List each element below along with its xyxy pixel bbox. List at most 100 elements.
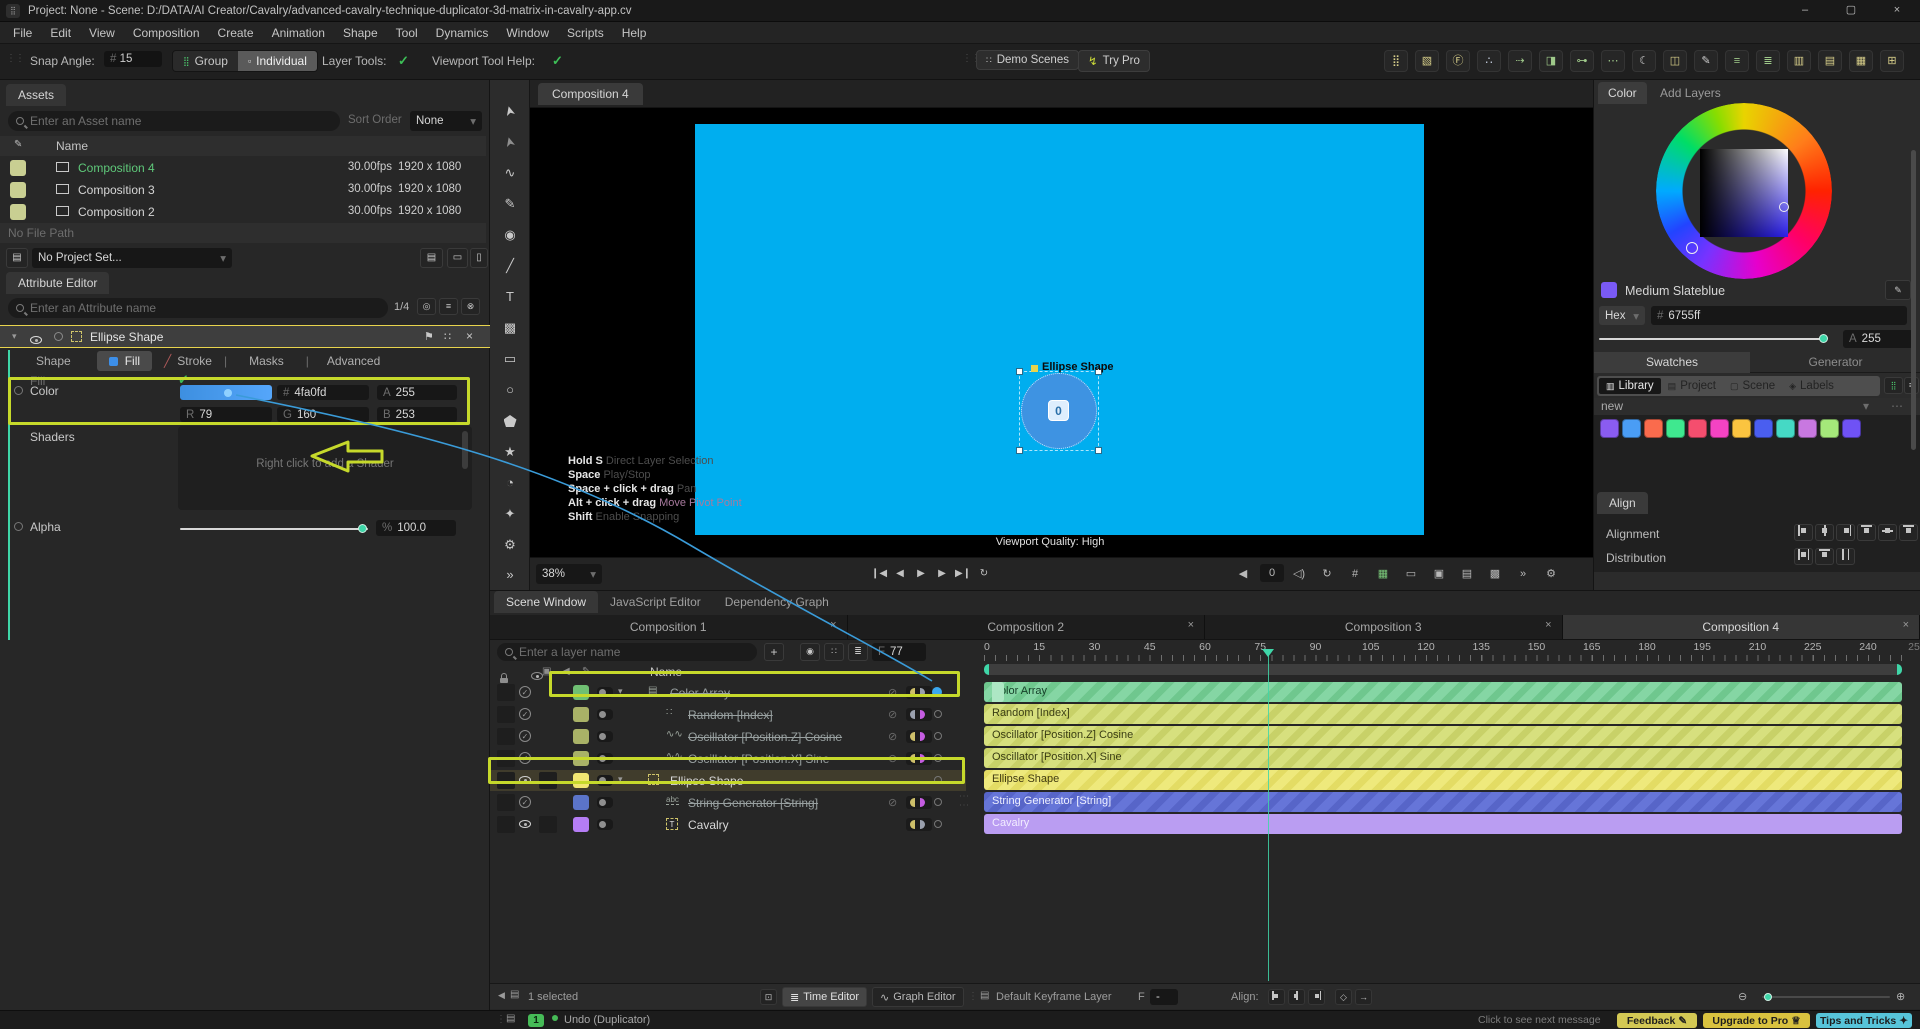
selection-handle-br[interactable] — [1095, 447, 1102, 454]
null-icon[interactable]: ⊘ — [888, 752, 897, 765]
layer-lock-cell[interactable] — [497, 706, 515, 723]
keyframe-circle[interactable] — [934, 710, 942, 718]
color-swatch[interactable] — [1842, 419, 1861, 438]
text-tool[interactable]: T — [490, 284, 530, 310]
tab-masks[interactable]: Masks — [227, 351, 306, 371]
comp-tab-composition-4[interactable]: Composition 4× — [1563, 615, 1920, 639]
go-to-end-button[interactable]: ▶❙ — [954, 565, 972, 583]
settings-tool[interactable]: ⚙ — [490, 532, 530, 558]
menu-tool[interactable]: Tool — [387, 22, 427, 44]
scatter-icon[interactable]: ∴ — [1477, 50, 1501, 72]
keyframe-toggles[interactable] — [906, 752, 932, 765]
selection-handle-tl[interactable] — [1016, 368, 1023, 375]
add-layer-button[interactable]: + — [764, 643, 784, 661]
color-swatch[interactable] — [1820, 419, 1839, 438]
keyframe-toggles[interactable] — [906, 796, 932, 809]
line-tool[interactable]: ╱ — [490, 253, 530, 279]
color-r-field[interactable]: R79 — [180, 407, 272, 422]
eyedropper-button[interactable]: ✎ — [1885, 280, 1911, 300]
zoom-in-icon[interactable]: ⊕ — [1896, 990, 1905, 1003]
source-project[interactable]: ▤Project — [1661, 378, 1723, 394]
snap-angle-field[interactable]: # 15 — [104, 51, 162, 67]
align-top-button[interactable] — [1857, 524, 1876, 541]
tab-fill[interactable]: Fill — [97, 351, 152, 371]
chevron-down-icon[interactable]: ▾ — [1863, 399, 1869, 413]
maximize-button[interactable]: ▢ — [1828, 0, 1874, 22]
timeline[interactable]: 0153045607590105120135150165180195210225… — [984, 641, 1920, 981]
close-tab-icon[interactable]: × — [1188, 619, 1194, 631]
ellipse-tool[interactable]: ○ — [490, 377, 530, 403]
layer-row[interactable]: ✓∿∿Oscillator [Position.Z] Cosine⊘ — [490, 726, 966, 747]
null-icon[interactable]: ⊘ — [888, 708, 897, 721]
card-icon[interactable]: ◫ — [1663, 50, 1687, 72]
saturation-value-square[interactable] — [1700, 149, 1788, 237]
zoom-out-icon[interactable]: ⊖ — [1738, 990, 1747, 1003]
playhead-line[interactable] — [1268, 655, 1270, 981]
layer-color-swatch[interactable] — [573, 685, 589, 700]
viewport-canvas[interactable]: Ellipse Shape 0 Hold S Direct Layer Sele… — [530, 108, 1593, 557]
keyframe-circle[interactable] — [934, 754, 942, 762]
color-alpha-knob[interactable] — [1819, 334, 1828, 343]
enabled-check-icon[interactable]: ✓ — [519, 796, 531, 808]
layer-lock-cell[interactable] — [497, 772, 515, 789]
tab-scene-window[interactable]: Scene Window — [494, 591, 598, 613]
comp-tab-composition-2[interactable]: Composition 2× — [848, 615, 1206, 639]
color-keyframe-circle[interactable] — [14, 386, 23, 395]
source-labels[interactable]: ◈Labels — [1782, 378, 1841, 394]
new-comp-icon[interactable]: ▭ — [447, 248, 468, 268]
visibility-eye-icon[interactable] — [519, 820, 531, 828]
collapse-chevron-icon[interactable]: ▾ — [12, 331, 17, 342]
enabled-check-icon[interactable]: ✓ — [519, 686, 531, 698]
alpha-slider[interactable] — [180, 528, 368, 530]
align-right-button[interactable] — [1836, 524, 1855, 541]
expand-chevron-icon[interactable]: ▾ — [618, 686, 623, 697]
color-g-field[interactable]: G160 — [277, 407, 369, 422]
layer-lock-cell[interactable] — [497, 684, 515, 701]
assets-tab[interactable]: Assets — [6, 84, 66, 106]
color-swatch[interactable] — [1798, 419, 1817, 438]
layer-search[interactable] — [497, 643, 757, 661]
layer-row[interactable]: ✓▾▤Color Array⊘ — [490, 682, 966, 703]
layer-color-swatch[interactable] — [573, 707, 589, 722]
color-swatch[interactable] — [1776, 419, 1795, 438]
pin-icon[interactable]: ⚑ — [424, 330, 434, 343]
expand-chevron-icon[interactable]: ▾ — [618, 774, 623, 785]
close-tab-icon[interactable]: × — [1545, 619, 1551, 631]
play-button[interactable]: ▶ — [912, 565, 930, 583]
frame-icon[interactable]: Ⓕ — [1446, 50, 1470, 72]
close-icon[interactable]: × — [466, 329, 473, 343]
keyframe-button[interactable]: ◇ — [1335, 989, 1352, 1005]
color-swatch[interactable] — [1600, 419, 1619, 438]
connection-dot[interactable] — [932, 687, 942, 697]
viewport-settings-icon[interactable]: ⚙ — [1540, 564, 1562, 584]
tab-shape[interactable]: Shape — [10, 351, 97, 371]
distribute-spacing-button[interactable] — [1836, 548, 1855, 565]
menu-window[interactable]: Window — [497, 22, 558, 44]
layer-row[interactable]: ▾Ellipse Shape — [490, 770, 966, 791]
tips-tricks-button[interactable]: Tips and Tricks✦ — [1816, 1013, 1912, 1028]
keyframe-toggles[interactable] — [906, 730, 932, 743]
onion-skin-icon[interactable]: ◉ — [800, 643, 820, 661]
menu-composition[interactable]: Composition — [124, 22, 209, 44]
green-screen-icon[interactable]: ▦ — [1372, 564, 1394, 584]
spiral-tool[interactable]: ◔ — [490, 470, 530, 496]
color-swatch[interactable] — [1666, 419, 1685, 438]
connect-icon[interactable]: ⊶ — [1570, 50, 1594, 72]
zoom-select-icon[interactable]: ◎ — [417, 298, 436, 315]
asset-search[interactable] — [8, 111, 340, 131]
arc-icon[interactable]: ☾ — [1632, 50, 1656, 72]
close-button[interactable]: × — [1874, 0, 1920, 22]
align-left-icon[interactable]: ≡ — [1725, 50, 1749, 72]
color-swatch-bar[interactable] — [180, 385, 272, 400]
folder-icon[interactable]: ▤ — [420, 248, 443, 268]
enabled-check-icon[interactable]: ✓ — [519, 730, 531, 742]
minimize-button[interactable]: – — [1782, 0, 1828, 22]
asset-row[interactable]: Composition 330.00fps1920 x 1080 — [0, 179, 486, 201]
tab-stroke[interactable]: ╱Stroke — [152, 351, 224, 371]
range-in-icon[interactable]: ◀ — [1232, 564, 1254, 584]
overflow-icon[interactable]: » — [1512, 564, 1534, 584]
align-keys-right-button[interactable] — [1308, 989, 1325, 1005]
composition-canvas[interactable] — [695, 124, 1424, 535]
pentagon-tool[interactable] — [490, 408, 530, 434]
null-icon[interactable]: ⊘ — [888, 686, 897, 699]
